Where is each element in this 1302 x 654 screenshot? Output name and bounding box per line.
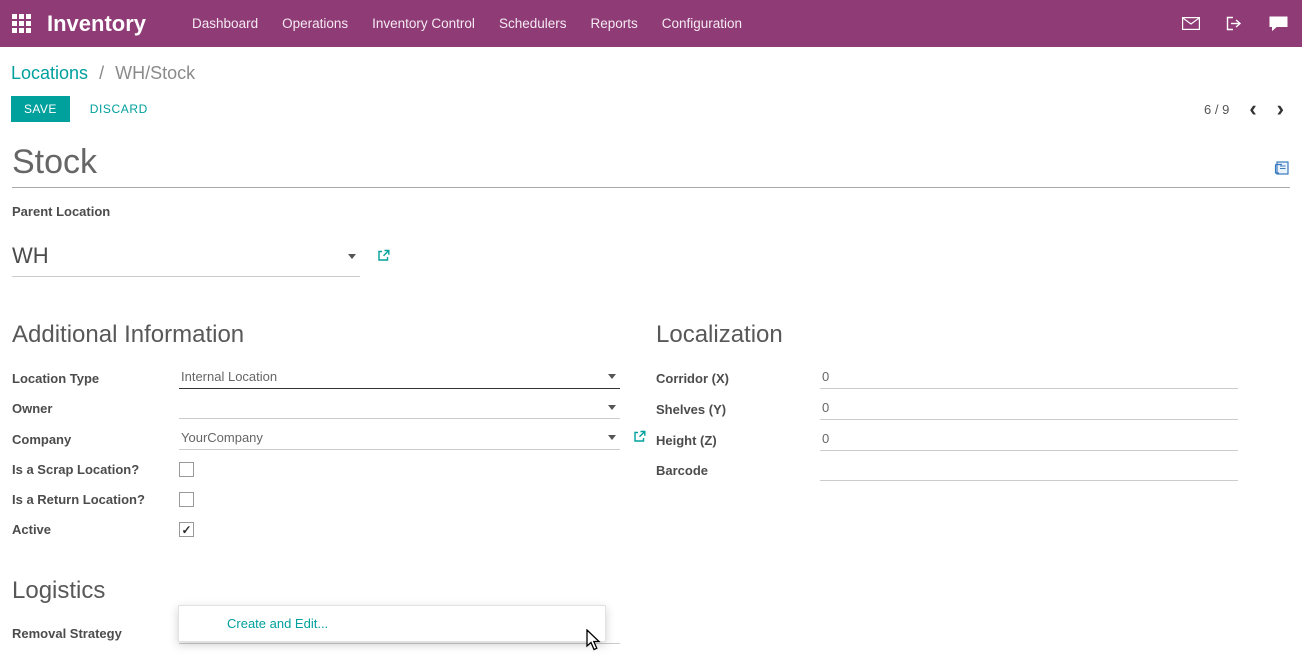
location-type-row: Location Type Internal Location [12,367,620,389]
record-title-row: Stock [12,144,1290,188]
pager-previous-icon[interactable]: ‹ [1249,102,1256,116]
save-button[interactable]: SAVE [11,96,70,122]
location-type-select[interactable]: Internal Location [179,367,620,389]
return-location-label: Is a Return Location? [12,492,179,507]
record-name-input[interactable]: Stock [12,144,97,181]
localization-group: Localization Corridor (X) 0 Shelves (Y) … [656,321,1238,549]
height-row: Height (Z) 0 [656,429,1238,451]
removal-strategy-label: Removal Strategy [12,626,179,641]
scrap-location-row: Is a Scrap Location? [12,459,620,480]
corridor-row: Corridor (X) 0 [656,367,1238,389]
discard-button[interactable]: DISCARD [90,102,148,116]
barcode-row: Barcode [656,460,1238,481]
active-row: Active ✓ [12,519,620,540]
chevron-down-icon [608,435,616,440]
return-location-checkbox[interactable] [179,492,194,507]
chevron-down-icon [608,405,616,410]
messages-envelope-icon[interactable] [1182,17,1200,30]
localization-heading: Localization [656,321,1238,349]
corridor-input[interactable]: 0 [820,367,1238,389]
external-link-icon[interactable] [377,242,390,268]
owner-row: Owner [12,398,620,419]
create-and-edit-option[interactable]: Create and Edit... [227,616,328,631]
location-type-value: Internal Location [181,369,277,384]
menu-configuration[interactable]: Configuration [650,16,754,31]
navbar-systray [1182,16,1288,31]
chevron-down-icon [608,374,616,379]
additional-information-group: Additional Information Location Type Int… [12,321,620,549]
external-link-icon[interactable] [633,430,646,446]
company-row: Company YourCompany [12,428,620,450]
return-location-row: Is a Return Location? [12,489,620,510]
logistics-heading: Logistics [12,577,1290,605]
owner-label: Owner [12,401,179,416]
menu-dashboard[interactable]: Dashboard [180,16,270,31]
barcode-input[interactable] [820,461,1238,481]
corridor-value: 0 [822,369,829,384]
breadcrumb-current: WH/Stock [115,63,195,83]
menu-reports[interactable]: Reports [578,16,649,31]
active-label: Active [12,522,179,537]
breadcrumb-separator: / [99,63,104,83]
top-navbar: Inventory Dashboard Operations Inventory… [0,0,1302,47]
logistics-group: Logistics Removal Strategy Put Away Stra… [12,577,1290,654]
pager-count: 6 / 9 [1204,102,1229,117]
shelves-input[interactable]: 0 [820,398,1238,420]
breadcrumb-locations-link[interactable]: Locations [11,63,88,83]
logout-icon[interactable] [1226,16,1243,31]
owner-select[interactable] [179,399,620,419]
main-menu: Dashboard Operations Inventory Control S… [180,16,754,31]
additional-information-heading: Additional Information [12,321,620,349]
scrap-location-label: Is a Scrap Location? [12,462,179,477]
shelves-value: 0 [822,400,829,415]
menu-inventory-control[interactable]: Inventory Control [360,16,487,31]
parent-location-value: WH [12,243,49,269]
company-label: Company [12,432,179,447]
breadcrumb: Locations / WH/Stock [0,47,1302,84]
height-input[interactable]: 0 [820,429,1238,451]
translate-icon[interactable] [1274,160,1290,181]
company-value: YourCompany [181,430,263,445]
parent-location-label: Parent Location [12,204,1290,219]
parent-location-field[interactable]: WH [12,243,360,277]
scrap-location-checkbox[interactable] [179,462,194,477]
height-label: Height (Z) [656,433,820,448]
menu-schedulers[interactable]: Schedulers [487,16,579,31]
autocomplete-dropdown: Create and Edit... [178,605,606,642]
chevron-down-icon [348,254,356,259]
shelves-row: Shelves (Y) 0 [656,398,1238,420]
corridor-label: Corridor (X) [656,371,820,386]
location-type-label: Location Type [12,371,179,386]
pager-next-icon[interactable]: › [1277,102,1284,116]
shelves-label: Shelves (Y) [656,402,820,417]
form-sheet: Stock Parent Location WH Additional Info… [0,144,1302,654]
company-select[interactable]: YourCompany [179,428,620,450]
menu-operations[interactable]: Operations [270,16,360,31]
apps-grid-icon[interactable] [12,14,31,33]
form-columns: Additional Information Location Type Int… [12,321,1290,549]
barcode-label: Barcode [656,463,820,478]
chat-bubble-icon[interactable] [1269,16,1288,31]
active-checkbox[interactable]: ✓ [179,522,194,537]
height-value: 0 [822,431,829,446]
record-pager: 6 / 9 ‹ › [1204,102,1284,117]
app-brand[interactable]: Inventory [47,11,146,37]
control-panel: SAVE DISCARD 6 / 9 ‹ › [0,84,1302,132]
